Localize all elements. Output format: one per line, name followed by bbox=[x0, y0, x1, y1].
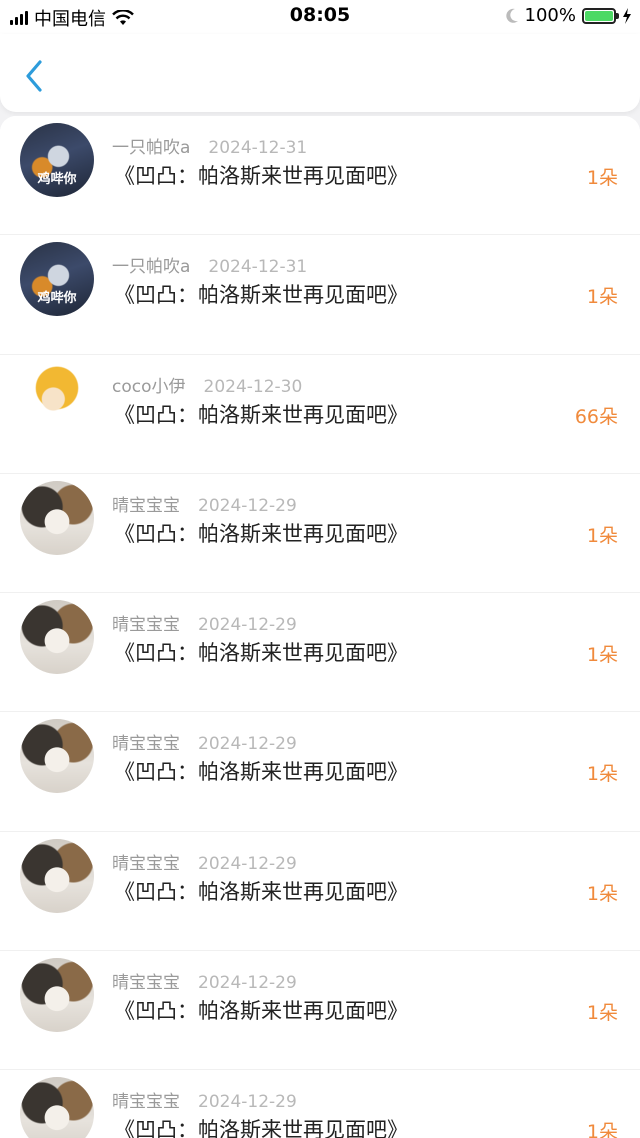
list-item[interactable]: 晴宝宝宝 2024-12-29 《凹凸：帕洛斯来世再见面吧》 1朵 bbox=[0, 1070, 640, 1138]
username[interactable]: 一只帕吹a bbox=[112, 252, 190, 277]
username[interactable]: 晴宝宝宝 bbox=[112, 491, 180, 516]
back-button[interactable] bbox=[16, 56, 52, 96]
avatar[interactable] bbox=[20, 719, 94, 794]
list-item[interactable]: 鸡哔你 一只帕吹a 2024-12-31 《凹凸：帕洛斯来世再见面吧》 1朵 bbox=[0, 116, 640, 236]
item-title: 《凹凸：帕洛斯来世再见面吧》 bbox=[114, 283, 408, 308]
avatar[interactable] bbox=[20, 1077, 94, 1138]
item-title: 《凹凸：帕洛斯来世再见面吧》 bbox=[114, 402, 408, 427]
item-title: 《凹凸：帕洛斯来世再见面吧》 bbox=[114, 879, 408, 904]
item-title: 《凹凸：帕洛斯来世再见面吧》 bbox=[114, 641, 408, 666]
avatar[interactable] bbox=[20, 838, 94, 913]
avatar[interactable] bbox=[20, 958, 94, 1033]
item-title: 《凹凸：帕洛斯来世再见面吧》 bbox=[114, 521, 408, 546]
avatar-tag: 鸡哔你 bbox=[37, 291, 77, 307]
flower-count: 1朵 bbox=[586, 167, 618, 189]
list-item[interactable]: 鸡哔你 一只帕吹a 2024-12-31 《凹凸：帕洛斯来世再见面吧》 1朵 bbox=[0, 235, 640, 355]
moon-icon bbox=[505, 8, 518, 23]
date: 2024-12-29 bbox=[198, 615, 297, 636]
username[interactable]: 一只帕吹a bbox=[112, 133, 190, 158]
flower-count: 1朵 bbox=[586, 286, 618, 309]
flower-count: 1朵 bbox=[586, 644, 618, 667]
list-item[interactable]: coco小伊 2024-12-30 《凹凸：帕洛斯来世再见面吧》 66朵 bbox=[0, 354, 640, 474]
item-title: 《凹凸：帕洛斯来世再见面吧》 bbox=[114, 999, 408, 1024]
list-item[interactable]: 晴宝宝宝 2024-12-29 《凹凸：帕洛斯来世再见面吧》 1朵 bbox=[0, 473, 640, 594]
chevron-left-icon bbox=[26, 60, 42, 92]
charging-icon bbox=[623, 7, 631, 24]
battery-percent: 100% bbox=[524, 5, 576, 26]
date: 2024-12-29 bbox=[198, 734, 297, 755]
list-item[interactable]: 晴宝宝宝 2024-12-29 《凹凸：帕洛斯来世再见面吧》 1朵 bbox=[0, 831, 640, 952]
username[interactable]: 晴宝宝宝 bbox=[112, 729, 180, 754]
avatar[interactable] bbox=[20, 480, 94, 555]
item-meta: 一只帕吹a 2024-12-31 bbox=[112, 133, 307, 158]
list-item[interactable]: 晴宝宝宝 2024-12-29 《凹凸：帕洛斯来世再见面吧》 1朵 bbox=[0, 712, 640, 832]
nav-bar bbox=[0, 34, 640, 112]
item-meta: 晴宝宝宝 2024-12-29 bbox=[112, 849, 297, 874]
item-title: 《凹凸：帕洛斯来世再见面吧》 bbox=[114, 1118, 408, 1138]
date: 2024-12-29 bbox=[198, 973, 297, 994]
item-meta: 晴宝宝宝 2024-12-29 bbox=[112, 491, 297, 516]
flower-count: 1朵 bbox=[586, 763, 618, 786]
avatar[interactable] bbox=[20, 600, 94, 675]
status-bar: 中国电信 08:05 100% bbox=[0, 0, 640, 34]
date: 2024-12-29 bbox=[198, 853, 297, 874]
flower-count: 1朵 bbox=[586, 1002, 618, 1025]
avatar[interactable]: 鸡哔你 bbox=[20, 242, 94, 317]
username[interactable]: coco小伊 bbox=[112, 372, 186, 397]
item-meta: 晴宝宝宝 2024-12-29 bbox=[112, 729, 297, 754]
item-meta: 一只帕吹a 2024-12-31 bbox=[112, 252, 307, 277]
battery-fill bbox=[585, 10, 613, 21]
item-meta: 晴宝宝宝 2024-12-29 bbox=[112, 610, 297, 635]
username[interactable]: 晴宝宝宝 bbox=[112, 968, 180, 993]
date: 2024-12-31 bbox=[208, 257, 308, 278]
avatar[interactable] bbox=[20, 361, 94, 436]
username[interactable]: 晴宝宝宝 bbox=[112, 1087, 180, 1112]
item-meta: 晴宝宝宝 2024-12-29 bbox=[112, 1087, 297, 1112]
item-meta: 晴宝宝宝 2024-12-29 bbox=[112, 968, 297, 993]
date: 2024-12-30 bbox=[203, 376, 303, 397]
date: 2024-12-31 bbox=[208, 138, 308, 158]
username[interactable]: 晴宝宝宝 bbox=[112, 610, 180, 635]
status-right: 100% bbox=[505, 5, 632, 26]
username[interactable]: 晴宝宝宝 bbox=[112, 849, 180, 874]
flower-count: 1朵 bbox=[586, 1121, 618, 1138]
flower-count: 66朵 bbox=[574, 405, 618, 428]
avatar[interactable]: 鸡哔你 bbox=[20, 123, 94, 197]
avatar-tag: 鸡哔你 bbox=[37, 172, 77, 187]
battery-icon bbox=[582, 7, 619, 24]
item-meta: coco小伊 2024-12-30 bbox=[112, 372, 302, 397]
date: 2024-12-29 bbox=[198, 495, 297, 516]
flower-count: 1朵 bbox=[586, 882, 618, 905]
item-title: 《凹凸：帕洛斯来世再见面吧》 bbox=[114, 164, 408, 188]
flower-count: 1朵 bbox=[586, 524, 618, 547]
list-item[interactable]: 晴宝宝宝 2024-12-29 《凹凸：帕洛斯来世再见面吧》 1朵 bbox=[0, 951, 640, 1071]
gift-list: 鸡哔你 一只帕吹a 2024-12-31 《凹凸：帕洛斯来世再见面吧》 1朵 鸡… bbox=[0, 116, 640, 1138]
item-title: 《凹凸：帕洛斯来世再见面吧》 bbox=[114, 760, 408, 785]
date: 2024-12-29 bbox=[198, 1092, 297, 1113]
list-item[interactable]: 晴宝宝宝 2024-12-29 《凹凸：帕洛斯来世再见面吧》 1朵 bbox=[0, 593, 640, 713]
